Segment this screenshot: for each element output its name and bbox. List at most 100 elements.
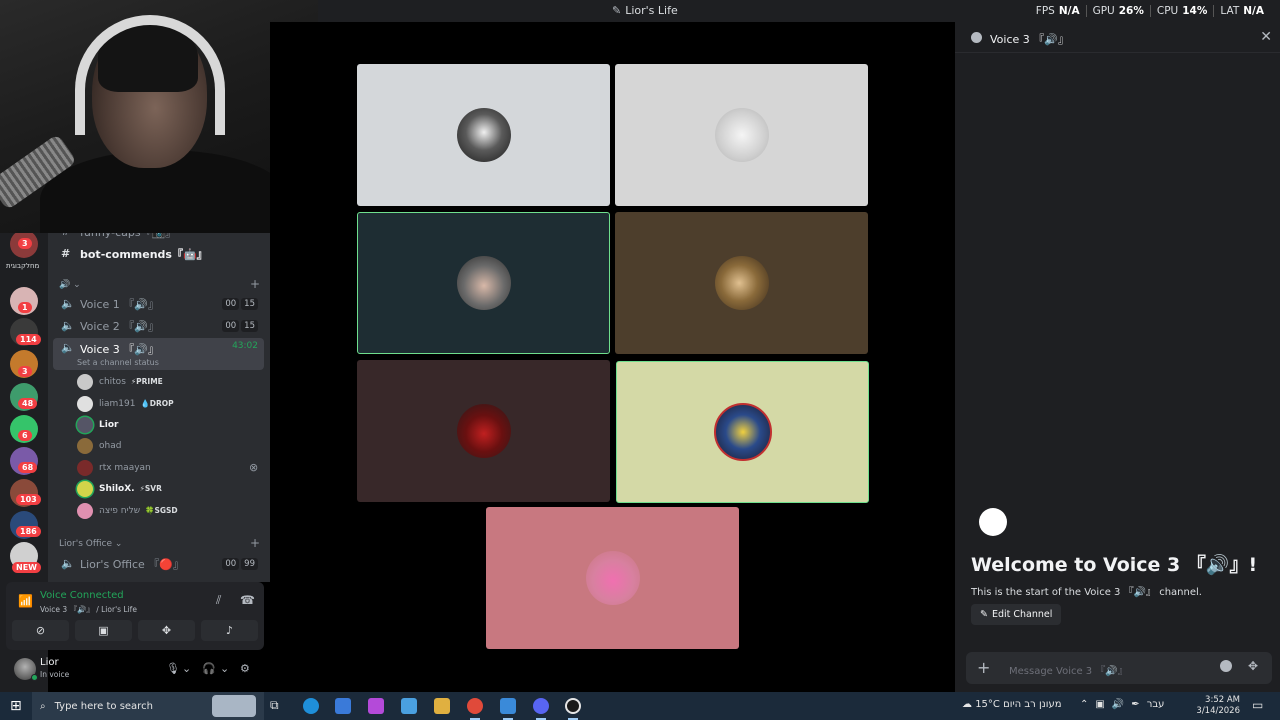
discord-icon[interactable] bbox=[533, 698, 549, 714]
network-icon[interactable]: ▣ bbox=[1095, 699, 1104, 710]
clock[interactable]: 3:52 AM 3/14/2026 bbox=[1196, 695, 1240, 717]
edge-icon[interactable] bbox=[303, 698, 319, 714]
file-explorer-icon[interactable] bbox=[434, 698, 450, 714]
pencil-icon: ✎ bbox=[980, 609, 988, 620]
windows-start-icon[interactable]: ⊞ bbox=[10, 698, 22, 714]
pen-icon[interactable]: ✒ bbox=[1131, 699, 1139, 710]
gear-icon[interactable]: ⚙ bbox=[240, 662, 250, 675]
voice-category-header[interactable]: 🔊 ⌄ bbox=[59, 280, 81, 290]
avatar bbox=[77, 502, 93, 519]
activities-button[interactable]: ✥ bbox=[138, 620, 195, 641]
voice-status-title[interactable]: Voice Connected bbox=[40, 590, 124, 601]
notification-icon[interactable]: ▭ bbox=[1252, 698, 1263, 712]
add-attachment-icon[interactable]: + bbox=[977, 658, 990, 677]
headphones-icon bbox=[75, 15, 225, 135]
unread-badge: 186 bbox=[16, 526, 41, 537]
weather-widget[interactable]: ☁ 15°C מעונן רב היום bbox=[962, 699, 1062, 710]
cloud-icon: ☁ bbox=[962, 699, 976, 710]
chevron-down-icon[interactable]: ⌄ bbox=[182, 662, 191, 675]
voice-user[interactable]: ohad bbox=[77, 435, 121, 456]
language-indicator[interactable]: עבר bbox=[1147, 699, 1165, 710]
chevron-down-icon[interactable]: ⌄ bbox=[220, 662, 229, 675]
voice-status-subtitle: Voice 3 『🔊』 / Lior's Life bbox=[40, 605, 137, 614]
emoji-icon[interactable] bbox=[1220, 660, 1232, 672]
video-grid bbox=[270, 22, 955, 692]
voice-chat-panel: Voice 3 『🔊』 ✕ Welcome to Voice 3 『🔊』! Th… bbox=[955, 22, 1280, 692]
noise-suppression-icon[interactable]: ⫽ bbox=[216, 593, 221, 608]
copilot-icon[interactable] bbox=[368, 698, 384, 714]
avatar bbox=[585, 551, 640, 605]
voice-user[interactable]: rtx maayan bbox=[77, 457, 151, 478]
soundboard-icon: ♪ bbox=[225, 624, 234, 637]
store-icon[interactable] bbox=[335, 698, 351, 714]
apps-icon[interactable]: ✥ bbox=[1248, 659, 1258, 673]
avatar bbox=[456, 108, 511, 162]
voice-user[interactable]: chitos ⚡PRIME bbox=[77, 371, 163, 392]
unread-badge: 114 bbox=[16, 334, 41, 345]
participant-tile[interactable] bbox=[615, 212, 868, 354]
hash-icon: # bbox=[61, 247, 71, 260]
m365-icon[interactable] bbox=[401, 698, 417, 714]
chat-header: Voice 3 『🔊』 ✕ bbox=[955, 22, 1280, 53]
channel-status[interactable]: Set a channel status bbox=[77, 358, 159, 367]
category-header[interactable]: Lior's Office ⌄ bbox=[59, 539, 122, 549]
disconnect-icon[interactable]: ☎ bbox=[240, 593, 255, 607]
window-title: ✎ Lior's Life bbox=[612, 4, 678, 17]
avatar bbox=[456, 404, 511, 458]
add-channel-icon[interactable]: + bbox=[250, 277, 260, 291]
avatar bbox=[77, 373, 93, 390]
server-icon: ✎ bbox=[612, 4, 622, 17]
voice-user[interactable]: ShiloX. ⚡SVR bbox=[77, 478, 162, 499]
microphone-icon[interactable]: 🎙 bbox=[166, 662, 180, 675]
user-limit: 00 99 bbox=[222, 557, 258, 570]
participant-tile-speaking[interactable] bbox=[357, 212, 610, 354]
username[interactable]: Lior bbox=[40, 657, 59, 668]
participant-tile[interactable] bbox=[357, 360, 610, 502]
status-indicator bbox=[31, 674, 38, 681]
avatar bbox=[77, 395, 93, 412]
user-limit: 00 15 bbox=[222, 319, 258, 332]
voice-user[interactable]: liam191 💧DROP bbox=[77, 393, 174, 414]
participant-tile[interactable] bbox=[357, 64, 610, 206]
close-icon[interactable]: ✕ bbox=[1260, 29, 1272, 45]
unread-badge: 68 bbox=[18, 462, 38, 473]
perf-stats: FPS N/A GPU 26% CPU 14% LAT N/A bbox=[1030, 5, 1270, 17]
unread-badge: 48 bbox=[18, 398, 38, 409]
avatar bbox=[77, 437, 93, 454]
chrome-icon[interactable] bbox=[467, 698, 483, 714]
channel-voice-2[interactable]: 🔈 Voice 2 『🔊』 00 15 bbox=[53, 315, 264, 336]
headphones-icon[interactable]: 🎧 bbox=[202, 662, 216, 675]
signal-icon[interactable]: 📶 bbox=[18, 594, 33, 608]
task-view-icon[interactable]: ⧉ bbox=[270, 698, 286, 714]
speaker-icon: 🔈 bbox=[61, 319, 75, 332]
channel-bot-commends[interactable]: # bot-commends『🤖』 bbox=[53, 243, 264, 264]
voice-connected-panel: 📶 Voice Connected Voice 3 『🔊』 / Lior's L… bbox=[6, 582, 264, 650]
message-input[interactable]: + Message Voice 3 『🔊』 ✥ bbox=[966, 652, 1272, 684]
edit-channel-button[interactable]: ✎ Edit Channel bbox=[971, 604, 1062, 625]
obs-icon[interactable] bbox=[565, 698, 581, 714]
voice-user[interactable]: שליח פיצה 🍀SGSD bbox=[77, 500, 178, 521]
taskbar: ⊞ ⌕ Type here to search ⧉ ☁ 15°C מעונן רב… bbox=[0, 692, 1280, 720]
activities-icon: ✥ bbox=[161, 624, 172, 637]
search-highlight-image[interactable] bbox=[212, 695, 256, 717]
volume-icon[interactable]: 🔊 bbox=[1112, 699, 1124, 710]
chevron-up-icon[interactable]: ⌃ bbox=[1080, 699, 1088, 710]
soundboard-button[interactable]: ♪ bbox=[201, 620, 258, 641]
avatar bbox=[714, 256, 769, 310]
participant-tile-speaking[interactable] bbox=[616, 361, 869, 503]
app-icon[interactable] bbox=[500, 698, 516, 714]
unread-badge: 1 bbox=[18, 302, 32, 313]
screen-share-button[interactable]: ▣ bbox=[75, 620, 132, 641]
voice-user[interactable]: Lior bbox=[77, 414, 118, 435]
add-channel-icon[interactable]: + bbox=[250, 536, 260, 550]
camera-off-icon: ⊘ bbox=[35, 624, 46, 637]
camera-button[interactable]: ⊘ bbox=[12, 620, 69, 641]
welcome-subtitle: This is the start of the Voice 3 『🔊』 cha… bbox=[971, 587, 1202, 598]
channel-liors-office[interactable]: 🔈 Lior's Office 『🔴』 00 99 bbox=[53, 553, 264, 574]
speaker-icon: 🔈 bbox=[61, 341, 75, 354]
speaker-icon: 🔈 bbox=[61, 297, 75, 310]
channel-voice-1[interactable]: 🔈 Voice 1 『🔊』 00 15 bbox=[53, 293, 264, 314]
participant-tile[interactable] bbox=[486, 507, 739, 649]
participant-tile[interactable] bbox=[615, 64, 868, 206]
avatar bbox=[77, 416, 93, 433]
